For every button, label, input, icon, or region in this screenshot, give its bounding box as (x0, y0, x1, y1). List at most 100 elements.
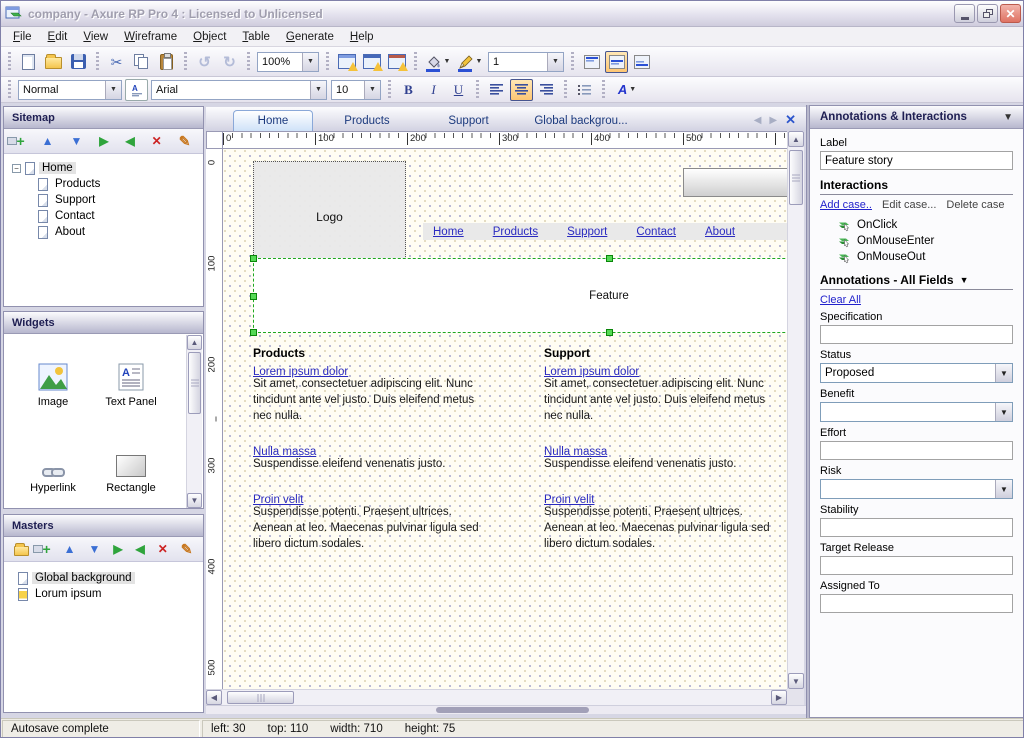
support-column-widget[interactable]: Support Lorem ipsum dolor Sit amet, cons… (544, 346, 787, 554)
move-down-button[interactable]: ▼ (70, 135, 82, 147)
tab-products[interactable]: Products (313, 111, 421, 131)
underline-button[interactable]: U (447, 79, 470, 101)
nav-link-about[interactable]: About (705, 226, 735, 238)
scroll-thumb[interactable] (188, 352, 201, 414)
menu-wireframe[interactable]: Wireframe (116, 29, 185, 45)
sitemap-item-support[interactable]: Support (38, 192, 203, 208)
master-item-global-background[interactable]: Global background (18, 570, 203, 586)
chevron-down-icon[interactable]: ▼ (310, 81, 326, 99)
outdent-button[interactable]: ◀ (136, 543, 145, 555)
canvas-pan-strip[interactable] (206, 705, 806, 714)
scroll-down-icon[interactable]: ▼ (187, 493, 202, 508)
event-onmouseout[interactable]: OnMouseOut (838, 249, 1013, 265)
font-color-button[interactable]: A ▼ (611, 79, 643, 101)
widget-hyperlink[interactable]: Hyperlink (14, 426, 92, 494)
edit-page-button[interactable]: ✎ (179, 134, 191, 148)
align-center-button[interactable] (510, 79, 533, 101)
wireframe-canvas[interactable]: Logo Home Products Support Contact About… (223, 149, 787, 689)
text-link[interactable]: Nulla massa (544, 446, 607, 458)
open-button[interactable] (42, 51, 65, 73)
widgets-header[interactable]: Widgets (4, 312, 203, 334)
indent-button[interactable]: ▶ (99, 135, 108, 147)
collapse-toggle-icon[interactable]: − (12, 164, 21, 173)
menu-table[interactable]: Table (234, 29, 278, 45)
sitemap-item-contact[interactable]: Contact (38, 208, 203, 224)
text-link[interactable]: Proin velit (544, 494, 595, 506)
chevron-down-icon[interactable]: ▼ (105, 81, 121, 99)
pan-thumb[interactable] (436, 707, 589, 713)
minimize-button[interactable] (954, 4, 975, 23)
valign-top-button[interactable] (580, 51, 603, 73)
resize-handle-bottom-middle[interactable] (606, 329, 613, 336)
move-up-button[interactable]: ▲ (64, 543, 76, 555)
paste-button[interactable] (155, 51, 178, 73)
scroll-left-icon[interactable]: ◀ (206, 690, 222, 705)
menu-file[interactable]: File (5, 29, 40, 45)
feature-widget-selected[interactable]: Feature (253, 258, 787, 333)
master-item-lorum-ipsum[interactable]: Lorum ipsum (18, 586, 203, 602)
undo-button[interactable]: ↺ (193, 51, 216, 73)
style-editor-button[interactable]: A (125, 79, 148, 101)
delete-page-button[interactable]: ✕ (152, 135, 162, 147)
sitemap-item-about[interactable]: About (38, 224, 203, 240)
new-button[interactable] (17, 51, 40, 73)
delete-case-link[interactable]: Delete case (946, 199, 1004, 211)
menu-view[interactable]: View (75, 29, 116, 45)
label-input[interactable] (820, 151, 1013, 170)
text-link[interactable]: Lorem ipsum dolor (544, 366, 639, 378)
valign-bottom-button[interactable] (630, 51, 653, 73)
title-bar[interactable]: company - Axure RP Pro 4 : Licensed to U… (1, 1, 1024, 27)
widget-rectangle[interactable]: Rectangle (92, 426, 170, 494)
menu-edit[interactable]: Edit (40, 29, 76, 45)
generate-html-button[interactable] (335, 51, 358, 73)
nav-link-support[interactable]: Support (567, 226, 607, 238)
line-color-button[interactable]: ▼ (455, 51, 485, 73)
edit-master-button[interactable]: ✎ (181, 542, 193, 556)
toolbar-grip[interactable] (8, 52, 11, 72)
target-release-input[interactable] (820, 556, 1013, 575)
style-combobox[interactable]: Normal ▼ (18, 80, 122, 100)
masters-header[interactable]: Masters (4, 515, 203, 537)
add-page-button[interactable]: + (16, 134, 24, 148)
menu-generate[interactable]: Generate (278, 29, 342, 45)
chevron-down-icon[interactable]: ▼ (476, 58, 483, 65)
bullet-list-button[interactable] (573, 79, 596, 101)
chevron-down-icon[interactable]: ▼ (995, 364, 1012, 382)
annotations-header[interactable]: Annotations & Interactions ▼ (810, 106, 1023, 129)
specification-input[interactable] (820, 325, 1013, 344)
line-width-combobox[interactable]: 1 ▼ (488, 52, 564, 72)
save-button[interactable] (67, 51, 90, 73)
menu-object[interactable]: Object (185, 29, 234, 45)
tab-scroll-left-icon[interactable]: ◀ (754, 115, 762, 126)
scroll-right-icon[interactable]: ▶ (771, 690, 787, 705)
move-down-button[interactable]: ▼ (88, 543, 100, 555)
sitemap-header[interactable]: Sitemap (4, 107, 203, 129)
scroll-up-icon[interactable]: ▲ (187, 335, 202, 350)
generate-word-button[interactable] (360, 51, 383, 73)
add-case-link[interactable]: Add case.. (820, 199, 872, 211)
restore-button[interactable] (977, 4, 998, 23)
event-onmouseenter[interactable]: OnMouseEnter (838, 233, 1013, 249)
chevron-down-icon[interactable]: ▼ (302, 53, 318, 71)
text-link[interactable]: Proin velit (253, 494, 304, 506)
tab-global-background[interactable]: Global backgrou... (516, 111, 646, 131)
tab-close-icon[interactable]: ✕ (785, 112, 796, 128)
nav-link-home[interactable]: Home (433, 226, 464, 238)
chevron-down-icon[interactable]: ▼ (444, 58, 451, 65)
outdent-button[interactable]: ◀ (125, 135, 134, 147)
products-column-widget[interactable]: Products Lorem ipsum dolor Sit amet, con… (253, 346, 523, 554)
valign-middle-button[interactable] (605, 51, 628, 73)
widgets-scrollbar[interactable]: ▲ ▼ (186, 335, 202, 508)
cut-button[interactable]: ✂ (105, 51, 128, 73)
benefit-select[interactable]: ▼ (820, 402, 1013, 422)
generate-prototype-button[interactable] (385, 51, 408, 73)
nav-link-products[interactable]: Products (493, 226, 538, 238)
font-size-combobox[interactable]: 10 ▼ (331, 80, 381, 100)
sitemap-item-home[interactable]: − Home (12, 160, 203, 176)
assigned-to-input[interactable] (820, 594, 1013, 613)
stability-input[interactable] (820, 518, 1013, 537)
indent-button[interactable]: ▶ (113, 543, 122, 555)
sitemap-item-products[interactable]: Products (38, 176, 203, 192)
logo-widget[interactable]: Logo (253, 161, 406, 273)
scroll-up-icon[interactable]: ▲ (788, 131, 804, 147)
